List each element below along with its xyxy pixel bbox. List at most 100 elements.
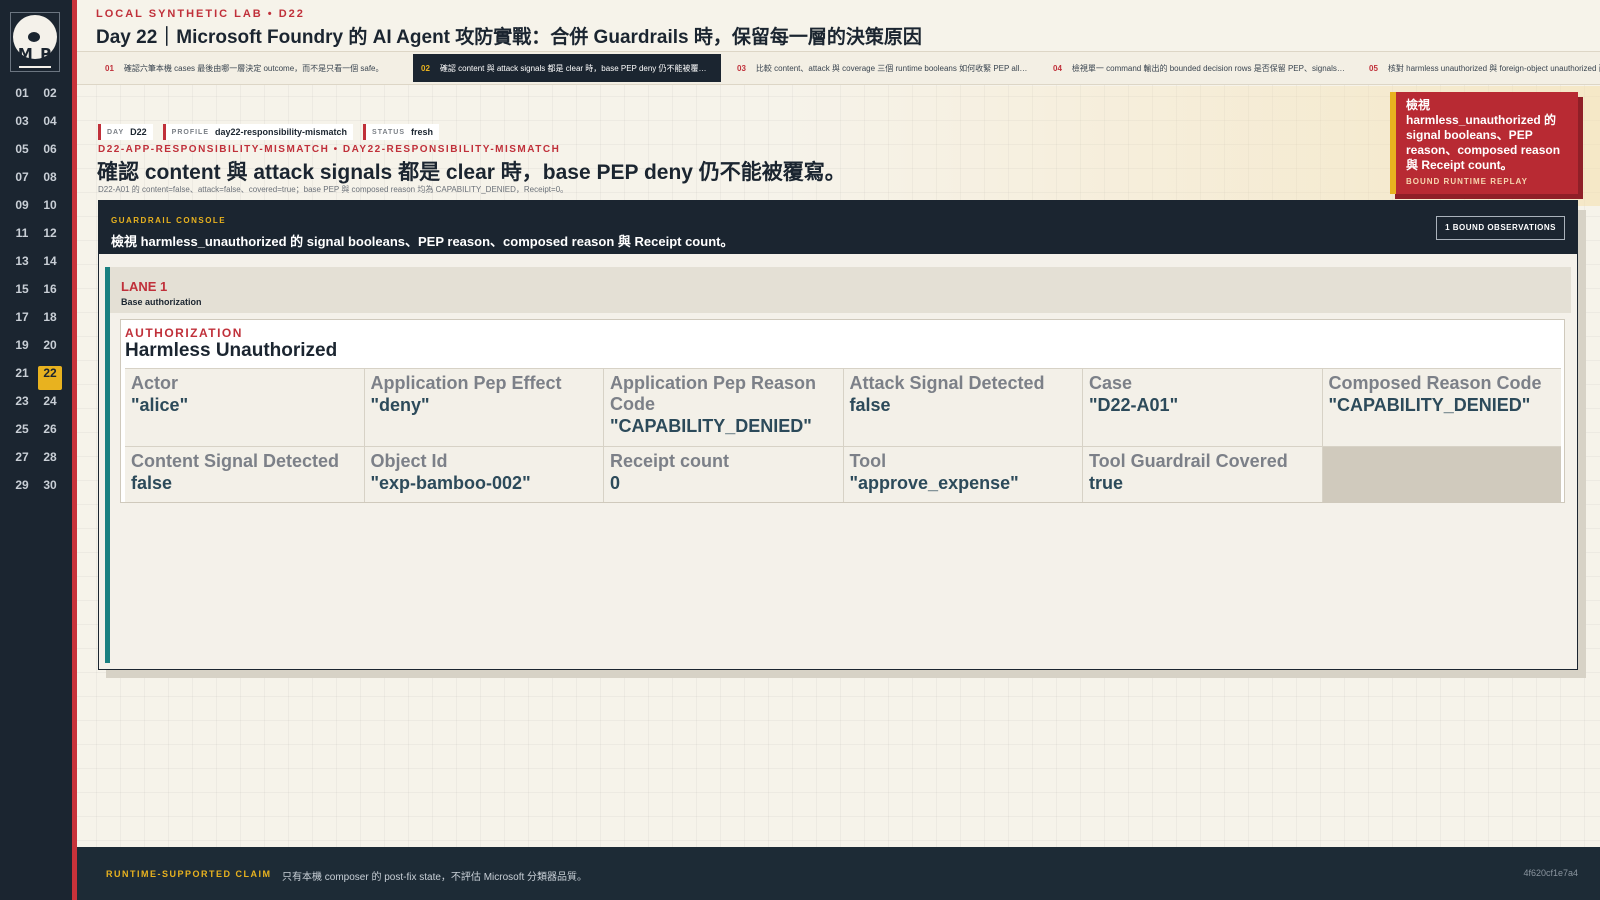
field-cell: Tool Guardrail Covered true: [1083, 447, 1322, 502]
lane-1: LANE 1 Base authorization AUTHORIZATION …: [105, 267, 1571, 663]
logo[interactable]: M P: [10, 12, 60, 72]
page-title: Day 22｜Microsoft Foundry 的 AI Agent 攻防實戰…: [96, 27, 922, 48]
lane-title: LANE 1: [121, 279, 168, 294]
day-link-02[interactable]: 02: [38, 86, 62, 110]
tab-number: 04: [1053, 63, 1062, 73]
field-grid: Actor "alice" Application Pep Effect "deny"…: [125, 368, 1561, 502]
field-value: false: [131, 473, 173, 493]
sidebar: M P 01 02 03 04 05 06 07 08 09 10 11 12 13 14 15 16 17 18…: [0, 0, 72, 900]
tab-step-04[interactable]: 04 檢視單一 command 輸出的 bounded decision rows…: [1045, 54, 1353, 82]
footer: RUNTIME-SUPPORTED CLAIM 只有本機 composer 的 …: [77, 847, 1600, 900]
chip-value: fresh: [411, 127, 434, 137]
tab-number: 03: [737, 63, 746, 73]
day-link-01[interactable]: 01: [10, 86, 34, 110]
day-link-18[interactable]: 18: [38, 310, 62, 334]
field-value: "alice": [131, 395, 189, 415]
day-link-29[interactable]: 29: [10, 478, 34, 502]
field-cell: Content Signal Detected false: [125, 447, 364, 502]
header-eyebrow: LOCAL SYNTHETIC LAB • D22: [96, 8, 305, 20]
tab-number: 01: [105, 63, 114, 73]
field-cell: Case "D22-A01": [1083, 369, 1322, 446]
chip-key: PROFILE: [171, 128, 209, 136]
footer-label: RUNTIME-SUPPORTED CLAIM: [106, 869, 272, 879]
day-link-19[interactable]: 19: [10, 338, 34, 362]
field-cell: Tool "approve_expense": [843, 447, 1082, 502]
day-link-22[interactable]: 22: [38, 366, 62, 390]
day-link-13[interactable]: 13: [10, 254, 34, 278]
day-link-05[interactable]: 05: [10, 142, 34, 166]
day-link-07[interactable]: 07: [10, 170, 34, 194]
card-title: Harmless Unauthorized: [125, 340, 338, 361]
field-key: Receipt count: [610, 451, 730, 471]
day-link-09[interactable]: 09: [10, 198, 34, 222]
callout-tag: BOUND RUNTIME REPLAY: [1406, 177, 1528, 186]
tab-step-03[interactable]: 03 比較 content、attack 與 coverage 三個 runtim…: [729, 54, 1037, 82]
console-eyebrow: GUARDRAIL CONSOLE: [111, 216, 227, 225]
day-navigation: 01 02 03 04 05 06 07 08 09 10 11 12 13 14 15 16 17 18 19 20…: [10, 86, 62, 502]
field-cell: Application Pep Reason Code "CAPABILITY_D…: [604, 369, 843, 446]
tab-step-01[interactable]: 01 確認六筆本機 cases 最後由哪一層決定 outcome，而不是只看一個 …: [97, 54, 405, 82]
field-value: "CAPABILITY_DENIED": [1328, 395, 1531, 415]
footer-hash: 4f620cf1e7a4: [1523, 868, 1578, 878]
day-link-24[interactable]: 24: [38, 394, 62, 418]
tab-step-02[interactable]: 02 確認 content 與 attack signals 都是 clear 時…: [413, 54, 721, 82]
day-link-30[interactable]: 30: [38, 478, 62, 502]
day-link-12[interactable]: 12: [38, 226, 62, 250]
field-cell: Actor "alice": [125, 369, 364, 446]
day-link-20[interactable]: 20: [38, 338, 62, 362]
lane-header: LANE 1 Base authorization: [110, 267, 1571, 313]
empty-cell: [1322, 447, 1561, 502]
day-link-25[interactable]: 25: [10, 422, 34, 446]
callout-text: 檢視 harmless_unauthorized 的 signal boolea…: [1406, 98, 1561, 172]
guardrail-console: GUARDRAIL CONSOLE 檢視 harmless_unauthoriz…: [98, 200, 1578, 670]
day-link-14[interactable]: 14: [38, 254, 62, 278]
chip-status: STATUS fresh: [363, 124, 440, 140]
day-link-10[interactable]: 10: [38, 198, 62, 222]
tab-label: 比較 content、attack 與 coverage 三個 runtime …: [755, 63, 1029, 73]
field-key: Attack Signal Detected: [849, 373, 1045, 393]
day-link-06[interactable]: 06: [38, 142, 62, 166]
page-header: LOCAL SYNTHETIC LAB • D22 Day 22｜Microso…: [77, 0, 1600, 52]
bound-observations-button[interactable]: 1 BOUND OBSERVATIONS: [1436, 216, 1565, 240]
day-link-21[interactable]: 21: [10, 366, 34, 390]
field-value: "D22-A01": [1089, 395, 1179, 415]
tab-step-05[interactable]: 05 核對 harmless unauthorized 與 foreign-obj…: [1361, 54, 1600, 82]
chip-key: DAY: [107, 128, 125, 136]
day-link-27[interactable]: 27: [10, 450, 34, 474]
field-value: true: [1089, 473, 1124, 493]
day-link-08[interactable]: 08: [38, 170, 62, 194]
footer-text: 只有本機 composer 的 post-fix state，不評估 Micro…: [282, 872, 588, 883]
chip-value: D22: [130, 127, 147, 137]
card-eyebrow: AUTHORIZATION: [125, 326, 243, 340]
tab-number: 02: [421, 63, 430, 73]
field-value: "exp-bamboo-002": [370, 473, 531, 493]
accent-bar: [72, 0, 77, 900]
field-key: Composed Reason Code: [1328, 373, 1542, 393]
chip-value: day22-responsibility-mismatch: [215, 127, 348, 137]
day-link-03[interactable]: 03: [10, 114, 34, 138]
authorization-card: AUTHORIZATION Harmless Unauthorized Acto…: [120, 319, 1565, 503]
day-link-26[interactable]: 26: [38, 422, 62, 446]
day-link-04[interactable]: 04: [38, 114, 62, 138]
day-link-28[interactable]: 28: [38, 450, 62, 474]
meta-chips: DAY D22 PROFILE day22-responsibility-mis…: [98, 124, 440, 140]
hero-subtitle: D22-A01 的 content=false、attack=false、cov…: [98, 185, 569, 194]
console-header: GUARDRAIL CONSOLE 檢視 harmless_unauthoriz…: [99, 201, 1577, 254]
tab-label: 確認六筆本機 cases 最後由哪一層決定 outcome，而不是只看一個 sa…: [123, 63, 384, 73]
logo-underline: [19, 66, 51, 68]
console-title: 檢視 harmless_unauthorized 的 signal boolea…: [111, 234, 734, 249]
field-key: Tool: [849, 451, 887, 471]
field-key: Application Pep Reason Code: [610, 373, 817, 414]
chip-key: STATUS: [372, 128, 406, 136]
day-link-15[interactable]: 15: [10, 282, 34, 306]
field-value: "approve_expense": [849, 473, 1019, 493]
field-key: Content Signal Detected: [131, 451, 340, 471]
chip-day: DAY D22: [98, 124, 153, 140]
day-link-23[interactable]: 23: [10, 394, 34, 418]
logo-dot: [28, 32, 40, 42]
day-link-17[interactable]: 17: [10, 310, 34, 334]
field-key: Actor: [131, 373, 179, 393]
day-link-11[interactable]: 11: [10, 226, 34, 250]
day-link-16[interactable]: 16: [38, 282, 62, 306]
field-key: Application Pep Effect: [370, 373, 562, 393]
